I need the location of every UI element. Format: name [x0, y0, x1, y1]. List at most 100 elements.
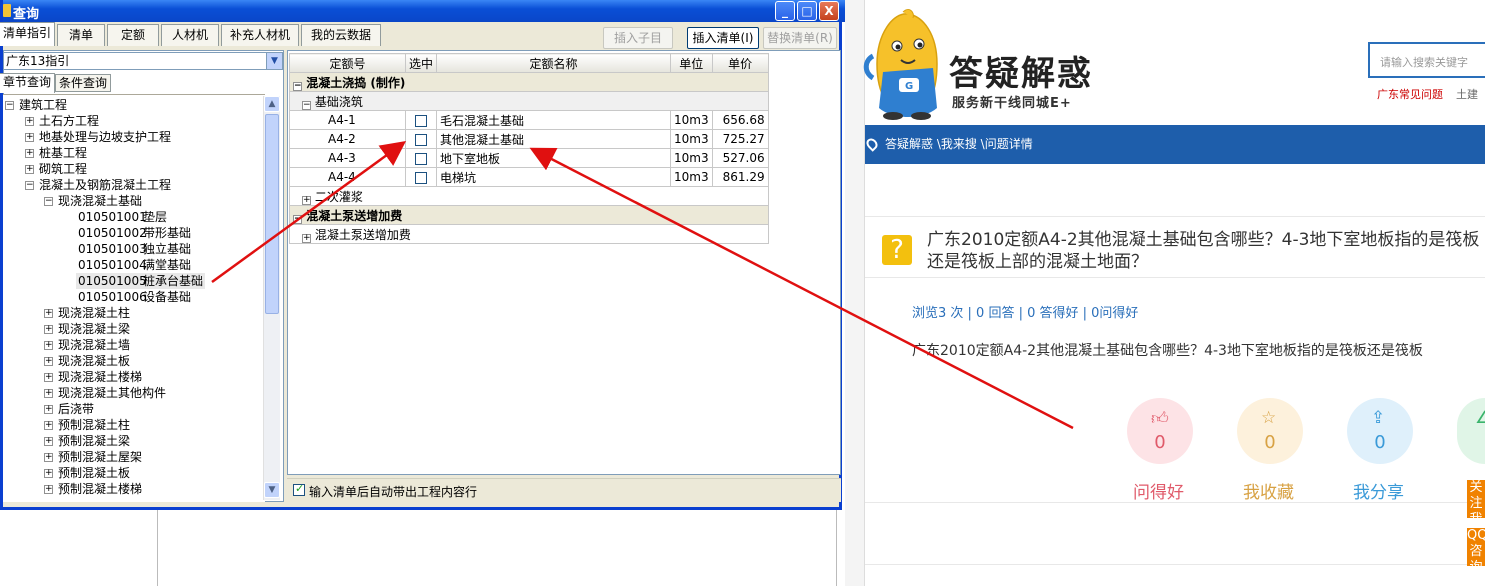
tab-cloud-data[interactable]: 我的云数据 — [301, 24, 381, 46]
table-row[interactable]: A4-2 其他混凝土基础 10m3 725.27 — [289, 129, 769, 149]
expand-icon[interactable]: + — [44, 309, 53, 318]
tree-node[interactable]: + 后浇带 — [44, 401, 94, 417]
title-bar[interactable]: 查询 _ □ X — [3, 0, 845, 22]
group-row[interactable]: − 混凝土浇捣 (制作) — [289, 72, 769, 92]
cell-unit: 10m3 — [670, 167, 713, 187]
chevron-down-icon[interactable]: ▼ — [266, 53, 282, 69]
close-button[interactable]: X — [819, 1, 839, 21]
tab-condition-query[interactable]: 条件查询 — [55, 74, 111, 92]
tree-leaf[interactable]: 010501002带形基础 — [78, 225, 191, 241]
qq-side-tab[interactable]: QQ咨询 — [1467, 528, 1485, 566]
tree-node[interactable]: + 桩基工程 — [25, 145, 87, 161]
collapse-icon[interactable]: − — [293, 214, 302, 224]
collapse-icon[interactable]: − — [5, 101, 14, 110]
auto-bring-checkbox[interactable] — [293, 482, 305, 496]
like-button[interactable]: 👍︎ 0 — [1127, 398, 1193, 464]
tree-scrollbar[interactable]: ▲ ▼ — [263, 96, 280, 500]
subgroup-row[interactable]: + 混凝土泵送增加费 — [289, 224, 769, 244]
tree-node[interactable]: + 现浇混凝土其他构件 — [44, 385, 166, 401]
table-row[interactable]: A4-3 地下室地板 10m3 527.06 — [289, 148, 769, 168]
select-checkbox[interactable] — [415, 114, 427, 127]
tree-node[interactable]: + 现浇混凝土板 — [44, 353, 130, 369]
expand-icon[interactable]: + — [44, 325, 53, 334]
tree-leaf[interactable]: 010501004满堂基础 — [78, 257, 191, 273]
favorite-button[interactable]: ☆ 0 — [1237, 398, 1303, 464]
scroll-down-icon[interactable]: ▼ — [264, 482, 280, 498]
follow-side-tab[interactable]: 关注我 — [1467, 480, 1485, 518]
expand-icon[interactable]: + — [25, 165, 34, 174]
expand-icon[interactable]: + — [44, 373, 53, 382]
collapse-icon[interactable]: − — [25, 181, 34, 190]
expand-icon[interactable]: + — [302, 233, 311, 243]
insert-list-button[interactable]: 插入清单(I) — [687, 27, 759, 49]
collapse-icon[interactable]: − — [302, 100, 311, 110]
expand-icon[interactable]: + — [44, 453, 53, 462]
expand-icon[interactable]: + — [44, 421, 53, 430]
maximize-button[interactable]: □ — [797, 1, 817, 21]
hot-link-civil[interactable]: 土建 — [1456, 88, 1478, 101]
collapse-icon[interactable]: − — [44, 197, 53, 206]
select-checkbox[interactable] — [415, 133, 427, 146]
insert-child-button[interactable]: 插入子目 — [603, 27, 673, 49]
expand-icon[interactable]: + — [44, 389, 53, 398]
tab-chapter-query[interactable]: 章节查询 — [0, 73, 55, 93]
hot-link-guangdong[interactable]: 广东常见问题 — [1377, 88, 1443, 101]
expand-icon[interactable]: + — [44, 405, 53, 414]
tree-node[interactable]: + 预制混凝土板 — [44, 465, 130, 481]
col-header-select[interactable]: 选中 — [404, 53, 438, 73]
tree-node[interactable]: + 砌筑工程 — [25, 161, 87, 177]
expand-icon[interactable]: + — [44, 437, 53, 446]
expand-icon[interactable]: + — [44, 341, 53, 350]
tab-quota[interactable]: 定额 — [107, 24, 159, 46]
tab-list[interactable]: 清单 — [57, 24, 105, 46]
subgroup-row[interactable]: + 二次灌浆 — [289, 186, 769, 206]
collapse-icon[interactable]: − — [293, 81, 302, 91]
select-checkbox[interactable] — [415, 171, 427, 184]
scroll-up-icon[interactable]: ▲ — [264, 96, 280, 112]
expand-icon[interactable]: + — [44, 485, 53, 494]
subgroup-row[interactable]: − 基础浇筑 — [289, 91, 769, 111]
group-row[interactable]: − 混凝土泵送增加费 — [289, 205, 769, 225]
tree-node[interactable]: + 土石方工程 — [25, 113, 99, 129]
answer-button[interactable]: ∠ — [1457, 398, 1485, 464]
minimize-button[interactable]: _ — [775, 1, 795, 21]
breadcrumb[interactable]: 答疑解惑 \我来搜 \问题详情 — [885, 137, 1033, 151]
share-button[interactable]: ⇪ 0 — [1347, 398, 1413, 464]
col-header-price[interactable]: 单价 — [711, 53, 769, 73]
table-row[interactable]: A4-4 电梯坑 10m3 861.29 — [289, 167, 769, 187]
expand-icon[interactable]: + — [44, 357, 53, 366]
tree-node[interactable]: + 预制混凝土屋架 — [44, 449, 142, 465]
tab-supplement-materials[interactable]: 补充人材机 — [221, 24, 299, 46]
table-row[interactable]: A4-1 毛石混凝土基础 10m3 656.68 — [289, 110, 769, 130]
tab-list-guide[interactable]: 清单指引 — [0, 22, 55, 46]
tree-node[interactable]: + 现浇混凝土柱 — [44, 305, 130, 321]
tree-node[interactable]: + 现浇混凝土楼梯 — [44, 369, 142, 385]
col-header-unit[interactable]: 单位 — [670, 53, 713, 73]
select-checkbox[interactable] — [415, 152, 427, 165]
tree-node[interactable]: − 建筑工程 — [5, 97, 67, 113]
replace-list-button[interactable]: 替换清单(R) — [763, 27, 837, 49]
tab-materials[interactable]: 人材机 — [161, 24, 219, 46]
scroll-thumb[interactable] — [265, 114, 279, 314]
expand-icon[interactable]: + — [302, 195, 311, 205]
expand-icon[interactable]: + — [25, 149, 34, 158]
col-header-name[interactable]: 定额名称 — [436, 53, 672, 73]
expand-icon[interactable]: + — [25, 133, 34, 142]
tree-node[interactable]: + 现浇混凝土梁 — [44, 321, 130, 337]
guide-select[interactable]: 广东13指引 ▼ — [3, 52, 283, 70]
expand-icon[interactable]: + — [44, 469, 53, 478]
tree-node[interactable]: − 混凝土及钢筋混凝土工程 — [25, 177, 171, 193]
col-header-code[interactable]: 定额号 — [289, 53, 406, 73]
search-input[interactable]: 请输入搜索关键字 — [1368, 42, 1485, 78]
tree-node[interactable]: + 预制混凝土柱 — [44, 417, 130, 433]
tree-node[interactable]: + 地基处理与边坡支护工程 — [25, 129, 171, 145]
tree-leaf[interactable]: 010501006设备基础 — [78, 289, 191, 305]
tree-leaf[interactable]: 010501003独立基础 — [78, 241, 191, 257]
tree-node[interactable]: + 现浇混凝土墙 — [44, 337, 130, 353]
tree-leaf-selected[interactable]: 010501005桩承台基础 — [76, 273, 206, 289]
tree-node[interactable]: − 现浇混凝土基础 — [44, 193, 142, 209]
tree-node[interactable]: + 预制混凝土楼梯 — [44, 481, 142, 497]
tree-node[interactable]: + 预制混凝土梁 — [44, 433, 130, 449]
expand-icon[interactable]: + — [25, 117, 34, 126]
tree-leaf[interactable]: 010501001垫层 — [78, 209, 167, 225]
